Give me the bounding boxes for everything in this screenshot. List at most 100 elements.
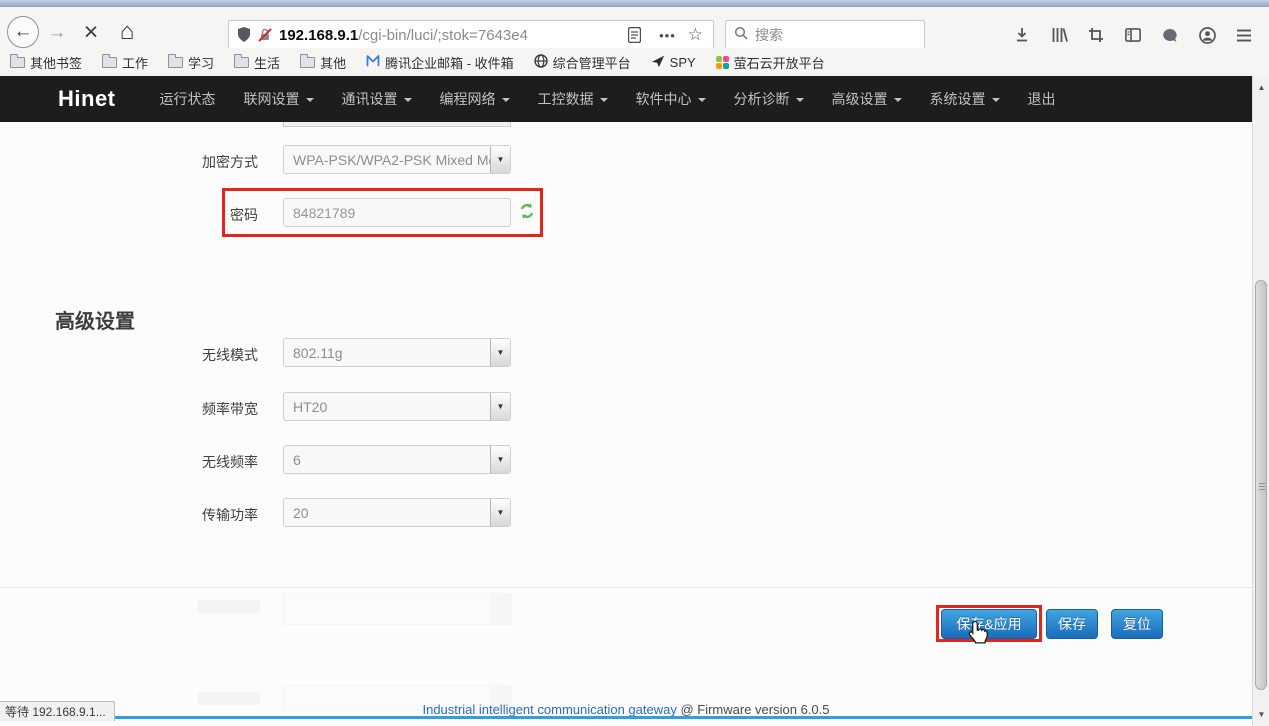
url-path: /cgi-bin/luci/;stok=7643e4 — [358, 27, 528, 44]
nav-item-programming-network[interactable]: 编程网络 — [426, 81, 524, 117]
nav-item-advanced-settings[interactable]: 高级设置 — [818, 81, 916, 117]
nav-item-software-center[interactable]: 软件中心 — [622, 81, 720, 117]
library-icon[interactable] — [1049, 25, 1069, 45]
footer-accent-line — [0, 716, 1252, 719]
bandwidth-select[interactable]: HT20 ▼ — [283, 392, 511, 421]
url-text[interactable]: 192.168.9.1/cgi-bin/luci/;stok=7643e4 — [279, 27, 622, 44]
menu-hamburger-icon[interactable] — [1234, 25, 1254, 45]
select-dropdown-button[interactable]: ▼ — [490, 499, 510, 526]
toolbar-right-icons — [1012, 20, 1254, 50]
folder-icon — [168, 57, 183, 68]
window-top-strip — [0, 0, 1269, 7]
section-title: 高级设置 — [55, 305, 135, 334]
chevron-down-icon — [698, 98, 706, 102]
bookmark-folder-life[interactable]: 生活 — [234, 53, 280, 72]
chevron-down-icon — [992, 98, 1000, 102]
bookmark-ezviz-platform[interactable]: 萤石云开放平台 — [716, 53, 825, 72]
select-dropdown-button[interactable]: ▼ — [490, 146, 510, 173]
vertical-scrollbar[interactable]: ▲ ▼ — [1252, 76, 1269, 726]
messages-bubble-icon[interactable] — [1160, 25, 1180, 45]
page-actions-icon[interactable]: ••• — [659, 28, 676, 43]
bookmark-folder-misc[interactable]: 其他 — [300, 53, 346, 72]
chevron-down-icon — [600, 98, 608, 102]
search-icon — [734, 26, 748, 45]
bookmark-folder-other-bookmarks[interactable]: 其他书签 — [10, 53, 82, 72]
globe-icon — [534, 54, 548, 71]
encryption-label: 加密方式 — [138, 152, 258, 172]
chevron-down-icon — [404, 98, 412, 102]
bookmark-tencent-exmail[interactable]: 腾讯企业邮箱 - 收件箱 — [366, 53, 514, 72]
nav-item-analysis-diagnosis[interactable]: 分析诊断 — [720, 81, 818, 117]
search-box[interactable] — [725, 20, 925, 50]
browser-window: ← → × ⌂ 192.168.9.1/cgi-bin/luci/;stok=7… — [0, 0, 1269, 726]
screenshot-crop-icon[interactable] — [1086, 25, 1106, 45]
url-bar[interactable]: 192.168.9.1/cgi-bin/luci/;stok=7643e4 ••… — [228, 20, 714, 50]
bookmark-folder-work[interactable]: 工作 — [102, 53, 148, 72]
status-text: 等待 192.168.9.1... — [5, 703, 106, 720]
page-content: 加密方式 WPA-PSK/WPA2-PSK Mixed Mo ▼ 密码 高级设置… — [0, 122, 1252, 726]
password-input[interactable] — [283, 198, 511, 227]
select-dropdown-button[interactable]: ▼ — [490, 393, 510, 420]
nav-item-logout[interactable]: 退出 — [1014, 81, 1070, 117]
chevron-down-icon — [502, 98, 510, 102]
search-input[interactable] — [755, 27, 936, 43]
nav-item-industrial-data[interactable]: 工控数据 — [524, 81, 622, 117]
wireless-mode-label: 无线模式 — [138, 345, 258, 365]
scrollbar-thumb[interactable] — [1255, 280, 1267, 690]
clipped-field-remnant — [283, 122, 511, 127]
nav-item-network-settings[interactable]: 联网设置 — [230, 81, 328, 117]
forward-button[interactable]: → — [44, 20, 70, 46]
browser-toolbar: ← → × ⌂ 192.168.9.1/cgi-bin/luci/;stok=7… — [0, 7, 1269, 48]
nav-item-communication-settings[interactable]: 通讯设置 — [328, 81, 426, 117]
tx-power-select[interactable]: 20 ▼ — [283, 498, 511, 527]
password-label: 密码 — [138, 205, 258, 225]
channel-select[interactable]: 6 ▼ — [283, 445, 511, 474]
home-button[interactable]: ⌂ — [113, 17, 141, 47]
select-dropdown-button[interactable]: ▼ — [490, 446, 510, 473]
nav-item-running-status[interactable]: 运行状态 — [146, 81, 230, 117]
folder-icon — [102, 57, 117, 68]
encryption-select[interactable]: WPA-PSK/WPA2-PSK Mixed Mo ▼ — [283, 145, 511, 174]
bookmark-folder-study[interactable]: 学习 — [168, 53, 214, 72]
wireless-mode-select[interactable]: 802.11g ▼ — [283, 338, 511, 367]
tx-power-label: 传输功率 — [138, 505, 258, 525]
bookmarks-bar: 其他书签 工作 学习 生活 其他 腾讯企业邮箱 - 收件箱 综合管理平台 SPY… — [0, 48, 1269, 76]
sidebar-toggle-icon[interactable] — [1123, 25, 1143, 45]
chevron-down-icon — [306, 98, 314, 102]
reset-button[interactable]: 复位 — [1111, 609, 1163, 639]
folder-icon — [10, 57, 25, 68]
scrollbar-grip — [1259, 483, 1265, 492]
generate-password-refresh-icon[interactable] — [518, 202, 536, 225]
tracking-shield-icon[interactable] — [237, 27, 251, 43]
page-footer: Industrial intelligent communication gat… — [0, 702, 1252, 717]
bookmark-spy[interactable]: SPY — [651, 54, 696, 71]
chevron-down-icon — [894, 98, 902, 102]
bookmark-star-icon[interactable]: ☆ — [688, 25, 703, 45]
insecure-lock-icon[interactable] — [257, 27, 273, 43]
nav-items: 运行状态 联网设置 通讯设置 编程网络 工控数据 软件中心 分析诊断 高级设置 … — [146, 81, 1070, 117]
save-button[interactable]: 保存 — [1046, 609, 1098, 639]
section-divider — [0, 587, 1252, 588]
scroll-up-arrow-icon[interactable]: ▲ — [1253, 79, 1269, 95]
scroll-down-arrow-icon[interactable]: ▼ — [1253, 706, 1269, 722]
channel-label: 无线频率 — [138, 452, 258, 472]
url-domain: 192.168.9.1 — [279, 27, 358, 44]
account-icon[interactable] — [1197, 25, 1217, 45]
gateway-footer-link[interactable]: Industrial intelligent communication gat… — [422, 702, 676, 717]
reader-mode-icon[interactable] — [628, 27, 641, 43]
network-status-popup: 等待 192.168.9.1... — [0, 701, 115, 721]
folder-icon — [300, 57, 315, 68]
tencent-exmail-icon — [366, 54, 380, 70]
site-navbar: Hinet 运行状态 联网设置 通讯设置 编程网络 工控数据 软件中心 分析诊断… — [0, 76, 1252, 122]
back-button[interactable]: ← — [7, 16, 39, 48]
folder-icon — [234, 57, 249, 68]
mouse-cursor-hand — [966, 620, 990, 651]
bandwidth-label: 频率带宽 — [138, 399, 258, 419]
stop-button[interactable]: × — [78, 18, 104, 46]
brand-logo[interactable]: Hinet — [58, 86, 116, 112]
select-dropdown-button[interactable]: ▼ — [490, 339, 510, 366]
chevron-down-icon — [796, 98, 804, 102]
bookmark-management-platform[interactable]: 综合管理平台 — [534, 53, 631, 72]
downloads-icon[interactable] — [1012, 25, 1032, 45]
nav-item-system-settings[interactable]: 系统设置 — [916, 81, 1014, 117]
